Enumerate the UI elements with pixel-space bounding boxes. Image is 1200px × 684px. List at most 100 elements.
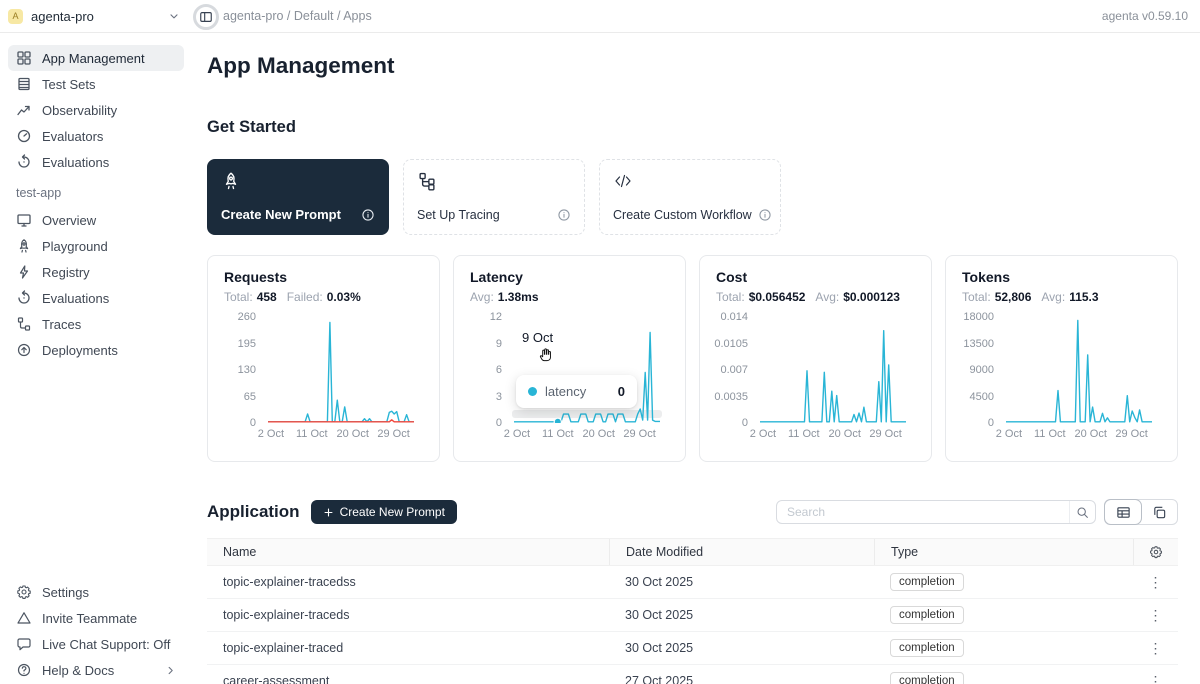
type-badge: completion xyxy=(890,672,964,684)
main-content: App Management Get Started Create New Pr… xyxy=(192,33,1200,684)
refresh-icon xyxy=(16,290,32,306)
sidebar-item-overview[interactable]: Overview xyxy=(8,207,184,233)
row-menu-icon[interactable]: ⋮ xyxy=(1149,641,1163,655)
sidebar-item-label: Evaluations xyxy=(42,155,109,170)
series-dot xyxy=(528,387,537,396)
set-up-tracing-card[interactable]: Set Up Tracing xyxy=(403,159,585,235)
sidebar: App Management Test Sets Observability E… xyxy=(0,33,192,684)
sidebar-item-label: Evaluators xyxy=(42,129,103,144)
row-menu-icon[interactable]: ⋮ xyxy=(1149,674,1163,684)
stats-row: Requests Total:458 Failed:0.03% 26019513… xyxy=(207,255,1178,462)
search-box xyxy=(776,500,1096,524)
rocket-icon xyxy=(16,238,32,254)
chevron-down-icon xyxy=(168,10,180,22)
metric-label: Total: xyxy=(716,290,745,304)
monitor-icon xyxy=(16,212,32,228)
sidebar-item-label: Invite Teammate xyxy=(42,611,137,626)
app-date: 30 Oct 2025 xyxy=(609,575,874,589)
view-toggle xyxy=(1104,499,1178,525)
refresh-icon xyxy=(16,154,32,170)
create-new-prompt-button[interactable]: Create New Prompt xyxy=(311,500,457,524)
sidebar-item-help-docs[interactable]: Help & Docs xyxy=(8,657,184,683)
sidebar-item-settings[interactable]: Settings xyxy=(8,579,184,605)
sidebar-item-live-chat[interactable]: Live Chat Support: Off xyxy=(8,631,184,657)
sidebar-item-label: Traces xyxy=(42,317,81,332)
sidebar-footer: Settings Invite Teammate Live Chat Suppo… xyxy=(8,579,184,683)
help-icon xyxy=(16,662,32,678)
tree-icon xyxy=(16,316,32,332)
sidebar-item-app-management[interactable]: App Management xyxy=(8,45,184,71)
application-title: Application xyxy=(207,502,300,522)
row-menu-icon[interactable]: ⋮ xyxy=(1149,575,1163,589)
sidebar-item-evaluations-app[interactable]: Evaluations xyxy=(8,285,184,311)
app-date: 27 Oct 2025 xyxy=(609,674,874,684)
sidebar-item-label: Registry xyxy=(42,265,90,280)
table-row[interactable]: topic-explainer-tracedss 30 Oct 2025 com… xyxy=(207,566,1178,599)
column-header-actions xyxy=(1133,539,1178,565)
workspace-name: agenta-pro xyxy=(31,9,94,24)
breadcrumb[interactable]: agenta-pro / Default / Apps xyxy=(223,9,372,23)
table-view-button[interactable] xyxy=(1105,500,1141,524)
app-type: completion xyxy=(874,573,1133,591)
metric-value: 115.3 xyxy=(1069,290,1098,304)
row-menu-icon[interactable]: ⋮ xyxy=(1149,608,1163,622)
create-custom-workflow-card[interactable]: Create Custom Workflow xyxy=(599,159,781,235)
card-label: Set Up Tracing xyxy=(417,208,500,222)
gauge-icon xyxy=(16,128,32,144)
metric-value: $0.000123 xyxy=(843,290,900,304)
deploy-icon xyxy=(16,342,32,358)
tokens-card: Tokens Total:52,806 Avg:115.3 1800013500… xyxy=(945,255,1178,462)
column-header-name[interactable]: Name xyxy=(207,539,609,565)
column-header-date[interactable]: Date Modified xyxy=(609,539,874,565)
column-header-type[interactable]: Type xyxy=(874,539,1133,565)
metric-value: $0.056452 xyxy=(749,290,806,304)
cost-card: Cost Total: $0.056452 Avg: $0.000123 0.014… xyxy=(699,255,932,462)
table-row[interactable]: topic-explainer-traceds 30 Oct 2025 comp… xyxy=(207,599,1178,632)
workspace-avatar: A xyxy=(8,9,23,24)
search-icon[interactable] xyxy=(1069,501,1095,523)
sidebar-item-evaluations[interactable]: Evaluations xyxy=(8,149,184,175)
create-new-prompt-card[interactable]: Create New Prompt xyxy=(207,159,389,235)
zap-icon xyxy=(16,264,32,280)
get-started-title: Get Started xyxy=(207,118,1178,137)
info-icon[interactable] xyxy=(361,208,375,222)
metric-value: 0.03% xyxy=(327,290,361,304)
search-input[interactable] xyxy=(777,501,1069,523)
app-name[interactable]: topic-explainer-traced xyxy=(207,641,609,655)
sidebar-item-registry[interactable]: Registry xyxy=(8,259,184,285)
sidebar-item-observability[interactable]: Observability xyxy=(8,97,184,123)
sidebar-item-invite-teammate[interactable]: Invite Teammate xyxy=(8,605,184,631)
sidebar-collapse-button[interactable] xyxy=(193,4,219,30)
grid-icon xyxy=(16,50,32,66)
sidebar-item-evaluators[interactable]: Evaluators xyxy=(8,123,184,149)
sidebar-item-label: Evaluations xyxy=(42,291,109,306)
sidebar-item-playground[interactable]: Playground xyxy=(8,233,184,259)
chart-tooltip: latency 0 xyxy=(516,375,637,408)
button-label: Create New Prompt xyxy=(340,505,445,519)
table-row[interactable]: career-assessment 27 Oct 2025 completion… xyxy=(207,665,1178,684)
card-view-button[interactable] xyxy=(1141,500,1177,524)
metric-label: Avg: xyxy=(815,290,839,304)
sidebar-item-traces[interactable]: Traces xyxy=(8,311,184,337)
info-icon[interactable] xyxy=(557,208,571,222)
app-name[interactable]: career-assessment xyxy=(207,674,609,684)
stat-title: Cost xyxy=(716,269,915,285)
page-title: App Management xyxy=(207,53,1178,79)
info-icon[interactable] xyxy=(758,208,772,222)
app-name[interactable]: topic-explainer-tracedss xyxy=(207,575,609,589)
table-header: Name Date Modified Type xyxy=(207,538,1178,566)
workspace-selector[interactable]: A agenta-pro xyxy=(8,9,180,24)
metric-label: Avg: xyxy=(470,290,494,304)
table-row[interactable]: topic-explainer-traced 30 Oct 2025 compl… xyxy=(207,632,1178,665)
sidebar-item-deployments[interactable]: Deployments xyxy=(8,337,184,363)
cost-chart: 0.0140.01050.0070.00350 2 Oct11 Oct20 Oc… xyxy=(716,317,915,423)
sidebar-item-label: Test Sets xyxy=(42,77,95,92)
card-label: Create Custom Workflow xyxy=(613,208,752,222)
chat-icon xyxy=(16,636,32,652)
app-date: 30 Oct 2025 xyxy=(609,608,874,622)
tree-icon xyxy=(417,171,571,191)
sidebar-item-test-sets[interactable]: Test Sets xyxy=(8,71,184,97)
app-name[interactable]: topic-explainer-traceds xyxy=(207,608,609,622)
column-settings-gear-icon[interactable] xyxy=(1149,545,1163,559)
metric-value: 458 xyxy=(257,290,277,304)
